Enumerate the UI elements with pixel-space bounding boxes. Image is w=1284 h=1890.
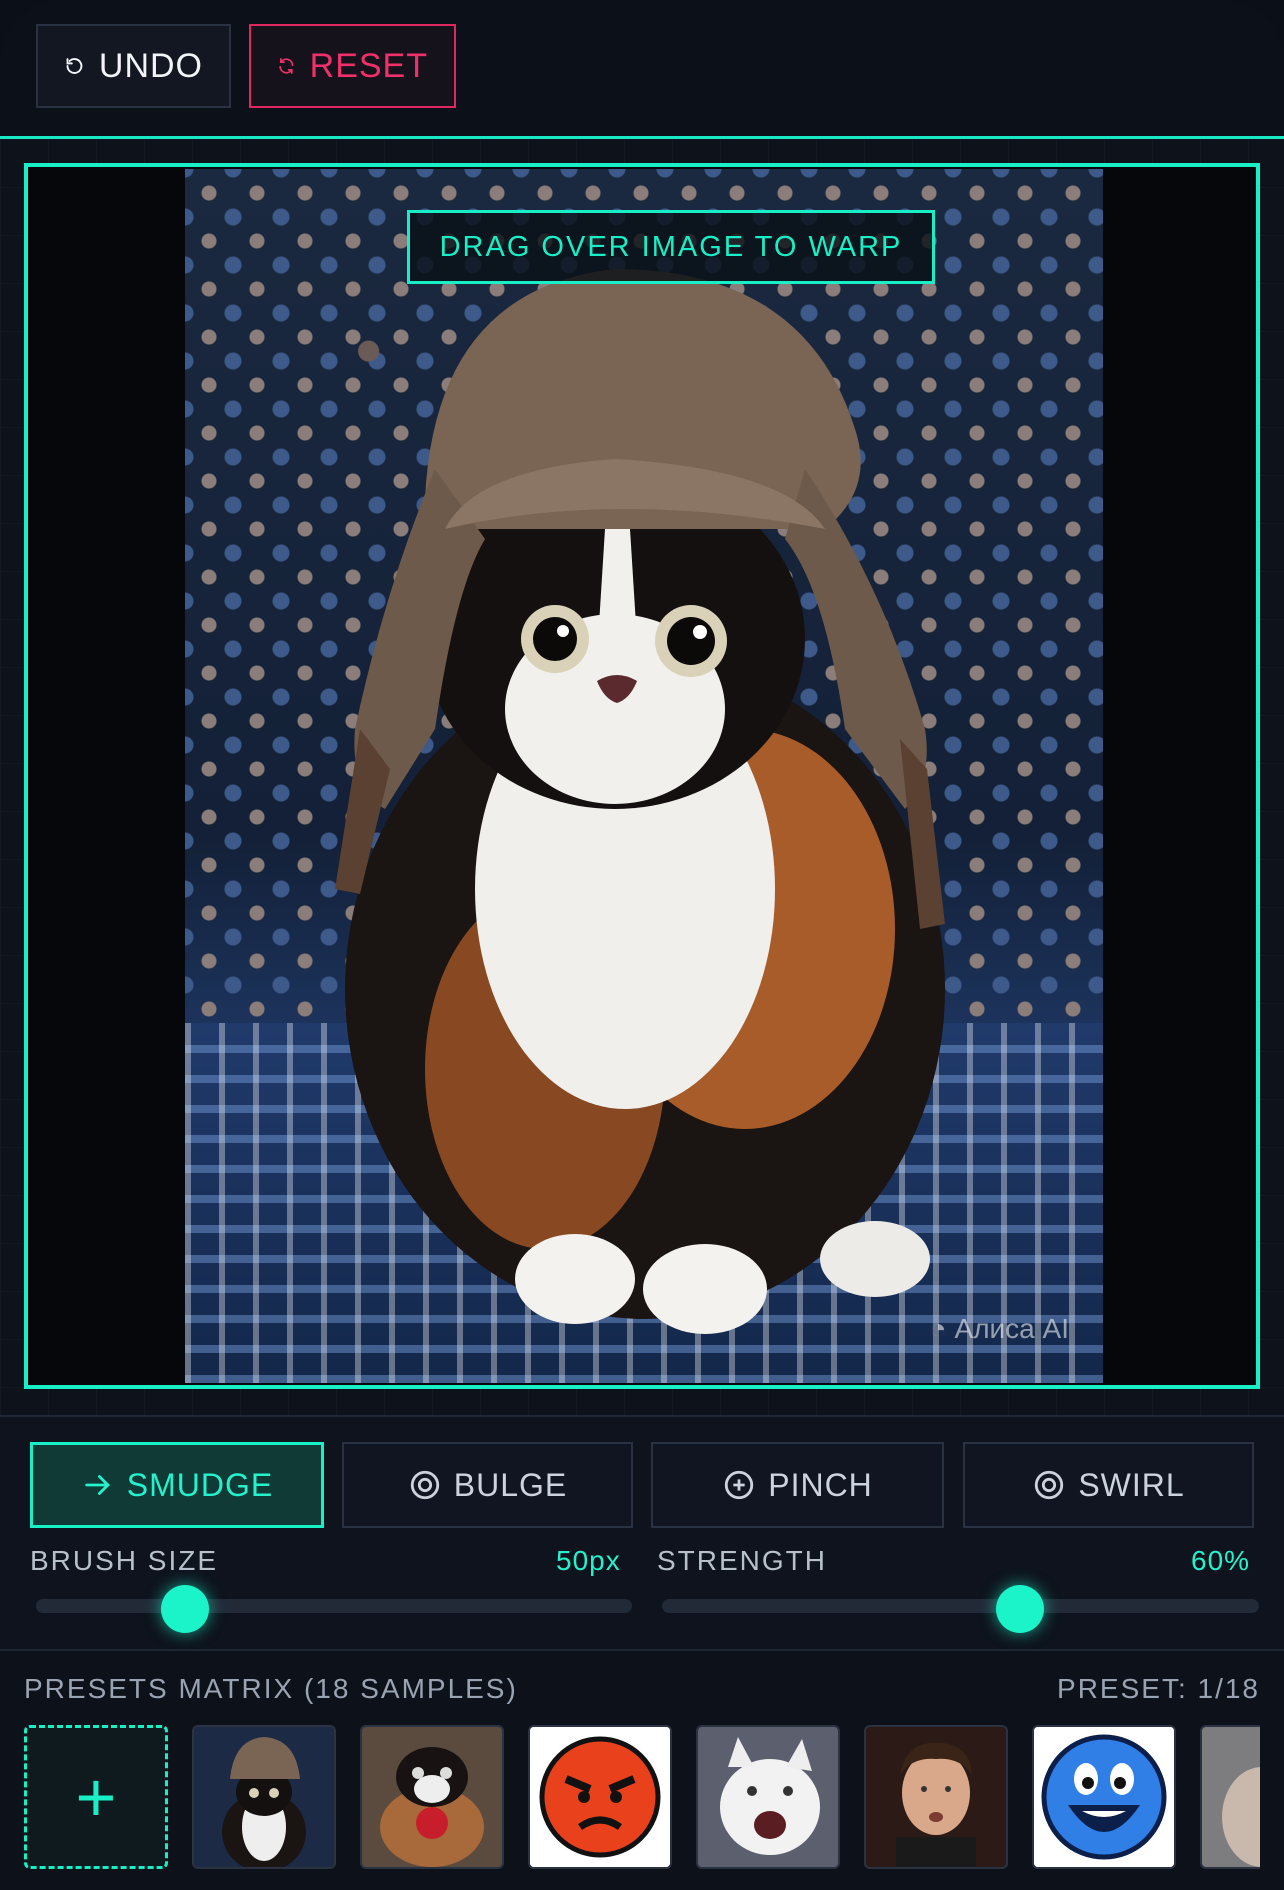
tool-smudge-label: SMUDGE xyxy=(126,1466,274,1503)
warp-hint: DRAG OVER IMAGE TO WARP xyxy=(407,210,935,284)
plus-circle-icon xyxy=(725,1470,754,1500)
cat-hat-image xyxy=(194,1727,334,1867)
strength-slider[interactable] xyxy=(662,1599,1259,1613)
tool-bulge-button[interactable]: BULGE xyxy=(342,1442,633,1528)
top-toolbar: UNDO RESET xyxy=(0,0,1284,139)
warp-image[interactable]: ◔ Алиса AI xyxy=(185,169,1103,1383)
reset-button[interactable]: RESET xyxy=(249,24,456,108)
screaming-cat-image xyxy=(698,1727,838,1867)
tool-swirl-label: SWIRL xyxy=(1078,1466,1185,1503)
brush-size-value: 50px xyxy=(556,1545,621,1576)
arrow-right-icon xyxy=(85,1475,110,1495)
canvas-area: ◔ Алиса AI DRAG OVER IMAGE TO WARP xyxy=(0,139,1284,1415)
preset-thumb-screaming-cat[interactable] xyxy=(696,1725,840,1869)
preset-thumb-cat-apple[interactable] xyxy=(360,1725,504,1869)
undo-label: UNDO xyxy=(98,46,203,85)
target-icon xyxy=(410,1470,439,1500)
tool-pinch-label: PINCH xyxy=(768,1466,873,1503)
brush-size-thumb[interactable] xyxy=(161,1585,209,1633)
tool-swirl-button[interactable]: SWIRL xyxy=(963,1442,1254,1528)
preset-thumb-cat-hat[interactable] xyxy=(192,1725,336,1869)
plus-icon: + xyxy=(75,1758,117,1836)
tool-bulge-label: BULGE xyxy=(453,1466,568,1503)
target-icon xyxy=(1035,1470,1064,1500)
brush-size-label: BRUSH SIZE xyxy=(30,1545,219,1576)
angry-face-image xyxy=(530,1727,670,1867)
preset-counter: PRESET: 1/18 xyxy=(1057,1673,1260,1704)
strength-value: 60% xyxy=(1191,1545,1251,1576)
preset-thumb-happy-face[interactable] xyxy=(1032,1725,1176,1869)
warp-app: UNDO RESET ◔ Алиса AI DRAG OVER IMAGE TO… xyxy=(0,0,1284,1890)
preset-strip[interactable]: + xyxy=(24,1725,1260,1871)
happy-face-image xyxy=(1034,1727,1174,1867)
tool-panel: SMUDGE BULGE PINCH SWIRL BRUSH SIZE 50px… xyxy=(0,1415,1284,1651)
presets-title: PRESETS MATRIX (18 SAMPLES) xyxy=(24,1673,518,1704)
refresh-icon xyxy=(279,58,294,74)
preset-thumb-angry-face[interactable] xyxy=(528,1725,672,1869)
brush-size-slider[interactable] xyxy=(36,1599,632,1613)
preset-thumb-man-portrait[interactable] xyxy=(864,1725,1008,1869)
strength-thumb[interactable] xyxy=(996,1585,1045,1633)
presets-panel: PRESETS MATRIX (18 SAMPLES) PRESET: 1/18… xyxy=(0,1649,1284,1890)
image-stage[interactable]: ◔ Алиса AI DRAG OVER IMAGE TO WARP xyxy=(24,163,1260,1389)
tool-pinch-button[interactable]: PINCH xyxy=(651,1442,944,1528)
add-preset-button[interactable]: + xyxy=(24,1725,168,1869)
cat-apple-image xyxy=(362,1727,502,1867)
man-portrait-image xyxy=(866,1727,1006,1867)
cat-illustration xyxy=(335,269,945,1334)
undo-button[interactable]: UNDO xyxy=(36,24,231,108)
watermark-logo-icon: ◔ xyxy=(929,1313,947,1344)
watermark-text: Алиса AI xyxy=(954,1313,1069,1344)
reset-label: RESET xyxy=(309,46,428,85)
preset-thumb-partial[interactable] xyxy=(1200,1725,1260,1869)
strength-label: STRENGTH xyxy=(657,1545,827,1576)
partial-portrait-image xyxy=(1202,1727,1260,1867)
tool-smudge-button[interactable]: SMUDGE xyxy=(30,1442,324,1528)
undo-icon xyxy=(66,58,83,74)
watermark: ◔ Алиса AI xyxy=(930,1313,1069,1345)
